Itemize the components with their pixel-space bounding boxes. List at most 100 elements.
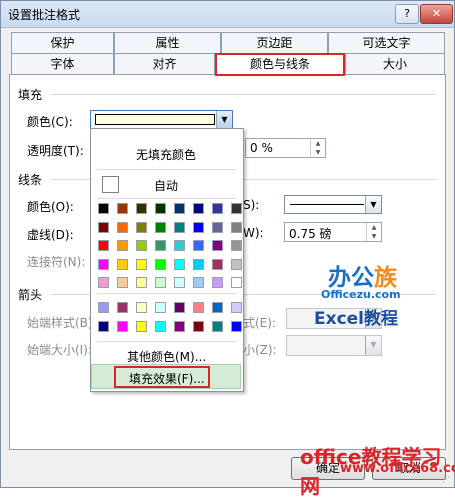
color-swatch[interactable] [231,277,242,288]
color-swatch[interactable] [231,221,242,233]
help-button[interactable]: ? [395,4,419,24]
color-swatch[interactable] [155,258,166,270]
more-colors-option[interactable]: 其他颜色(M)... [127,348,206,365]
tab-alignment[interactable]: 对齐 [114,53,215,74]
logo-subtitle: Excel教程 [314,309,399,329]
spin-up-icon[interactable]: ▲ [367,223,381,232]
color-swatch[interactable] [193,302,204,313]
fill-color-preview [95,114,215,125]
transparency-input[interactable]: 0 % ▲ ▼ [245,138,326,158]
watermark-url: www.office68.com [340,461,455,476]
chevron-down-icon[interactable]: ▼ [216,111,232,128]
color-swatch[interactable] [98,258,109,270]
close-button[interactable]: ✕ [420,4,453,24]
color-swatch[interactable] [136,320,147,332]
line-style-dropdown[interactable]: ▼ [284,195,382,214]
color-swatch[interactable] [98,320,109,332]
color-swatch[interactable] [212,203,223,214]
color-swatch[interactable] [98,302,109,313]
end-size-label: 小(Z): [243,343,277,357]
color-swatch[interactable] [174,277,185,288]
dash-label: 虚线(D): [27,228,74,242]
color-swatch[interactable] [98,240,109,251]
color-swatch[interactable] [193,240,204,251]
color-swatch[interactable] [193,277,204,288]
chevron-down-icon[interactable]: ▼ [365,336,381,355]
color-swatch[interactable] [231,203,242,214]
color-swatch[interactable] [174,240,185,251]
color-swatch[interactable] [98,203,109,214]
fill-color-dropdown[interactable]: ▼ [90,110,233,129]
color-swatch[interactable] [136,240,147,251]
color-swatch[interactable] [136,221,147,233]
spin-down-icon[interactable]: ▼ [367,232,381,241]
color-swatch[interactable] [98,277,109,288]
color-swatch[interactable] [117,277,128,288]
color-swatch[interactable] [136,203,147,214]
line-style-label: S): [243,198,260,212]
color-swatch[interactable] [193,258,204,270]
color-swatch[interactable] [231,240,242,251]
color-swatch[interactable] [155,240,166,251]
color-swatch[interactable] [231,320,242,332]
color-swatch[interactable] [155,221,166,233]
no-fill-option[interactable]: 无填充颜色 [136,146,196,163]
color-swatch[interactable] [231,258,242,270]
connector-label: 连接符(N): [27,255,86,269]
color-swatch[interactable] [117,258,128,270]
end-size-dropdown[interactable]: ▼ [286,335,382,356]
color-swatch[interactable] [155,320,166,332]
title-bar: 设置批注格式 ? ✕ [1,1,454,28]
color-swatch[interactable] [174,221,185,233]
auto-swatch[interactable] [102,176,119,193]
line-section-title: 线条 [18,173,43,187]
color-swatch[interactable] [136,258,147,270]
fill-divider [51,94,436,95]
tab-protection[interactable]: 保护 [11,32,114,53]
line-color-label: 颜色(O): [27,200,74,214]
color-swatch[interactable] [193,221,204,233]
color-picker-popup: 无填充颜色 自动 其他颜色(M)... [90,128,244,392]
color-swatch[interactable] [174,258,185,270]
line-weight-input[interactable]: 0.75 磅 ▲ ▼ [284,222,382,242]
spin-down-icon[interactable]: ▼ [311,148,325,157]
color-swatch[interactable] [155,302,166,313]
color-swatch[interactable] [212,258,223,270]
color-swatch[interactable] [212,277,223,288]
color-swatch[interactable] [117,221,128,233]
chevron-down-icon[interactable]: ▼ [365,196,381,213]
color-swatch[interactable] [231,302,242,313]
tab-alt-text[interactable]: 可选文字 [328,32,445,53]
popup-divider [97,341,236,342]
tab-properties[interactable]: 属性 [114,32,221,53]
tab-colors-lines[interactable]: 颜色与线条 [215,53,345,75]
color-swatch[interactable] [212,302,223,313]
auto-option[interactable]: 自动 [154,177,178,194]
color-swatch[interactable] [212,320,223,332]
color-swatch[interactable] [174,302,185,313]
color-swatch[interactable] [212,240,223,251]
color-swatch[interactable] [212,221,223,233]
color-swatch[interactable] [136,277,147,288]
color-swatch[interactable] [117,320,128,332]
tab-margins[interactable]: 页边距 [221,32,328,53]
color-swatch[interactable] [117,240,128,251]
color-swatch[interactable] [155,277,166,288]
color-swatch[interactable] [193,320,204,332]
tab-font[interactable]: 字体 [11,53,114,74]
begin-size-label: 始端大小(I): [27,343,92,357]
tab-size[interactable]: 大小 [345,53,445,74]
color-swatch[interactable] [136,302,147,313]
popup-divider [97,198,236,199]
line-weight-value: 0.75 磅 [289,227,332,241]
officezu-logo: 办公族 [328,258,397,292]
transparency-value: 0 % [250,141,273,155]
spin-up-icon[interactable]: ▲ [311,139,325,148]
color-swatch[interactable] [193,203,204,214]
color-swatch[interactable] [155,203,166,214]
color-swatch[interactable] [174,320,185,332]
color-swatch[interactable] [117,203,128,214]
color-swatch[interactable] [98,221,109,233]
color-swatch[interactable] [174,203,185,214]
color-swatch[interactable] [117,302,128,313]
